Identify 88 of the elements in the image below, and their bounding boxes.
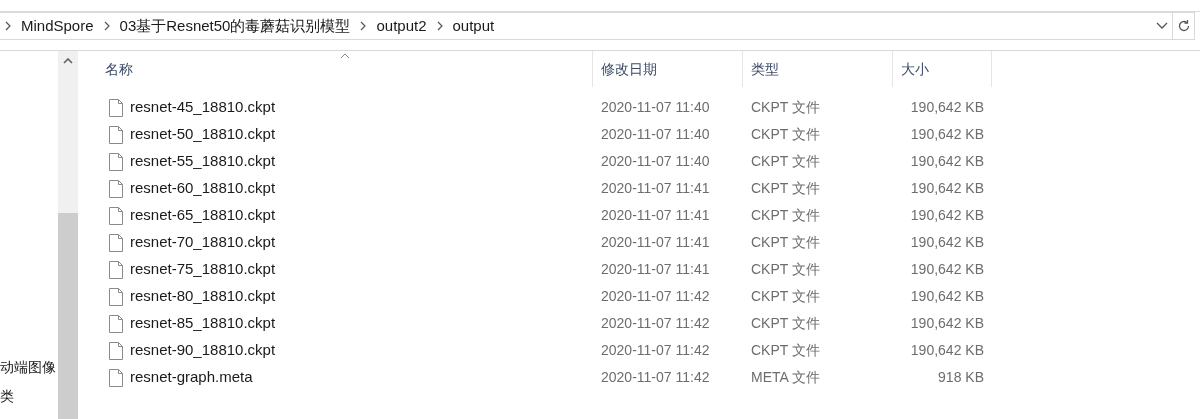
table-cell-text: 190,642 KB <box>909 152 984 171</box>
table-cell-text: 190,642 KB <box>909 341 984 360</box>
scrollbar[interactable] <box>58 51 78 419</box>
file-row[interactable]: resnet-90_18810.ckpt 2020-11-07 11:42 CKPT 文件 190,642 KB <box>97 337 1200 364</box>
file-name: resnet-90_18810.ckpt <box>130 340 276 361</box>
table-cell-text: CKPT 文件 <box>750 287 821 306</box>
file-icon <box>109 341 123 360</box>
table-cell-text: 2020-11-07 11:41 <box>600 233 711 252</box>
scrollbar-thumb[interactable] <box>58 213 78 419</box>
file-row[interactable]: resnet-45_18810.ckpt 2020-11-07 11:40 CKPT 文件 190,642 KB <box>97 94 1200 121</box>
file-row[interactable]: resnet-70_18810.ckpt 2020-11-07 11:41 CKPT 文件 190,642 KB <box>97 229 1200 256</box>
column-header[interactable]: 名称 <box>97 51 592 87</box>
table-cell-text: 2020-11-07 11:40 <box>600 98 711 117</box>
file-row[interactable]: resnet-65_18810.ckpt 2020-11-07 11:41 CKPT 文件 190,642 KB <box>97 202 1200 229</box>
file-name: resnet-45_18810.ckpt <box>130 97 276 118</box>
breadcrumb-item[interactable]: 03基于Resnet50的毒蘑菇识别模型 <box>119 14 351 38</box>
table-cell-text: 190,642 KB <box>909 179 984 198</box>
table-cell-text: 918 KB <box>937 368 984 387</box>
chevron-right-icon <box>5 21 11 31</box>
file-icon <box>109 368 123 387</box>
file-icon <box>109 287 123 306</box>
chevron-right-icon <box>360 21 367 31</box>
file-name: resnet-55_18810.ckpt <box>130 151 276 172</box>
chevron-right-icon <box>436 21 443 31</box>
table-cell-text: 2020-11-07 11:42 <box>600 287 711 306</box>
refresh-button[interactable] <box>1173 12 1195 40</box>
breadcrumb-item[interactable]: MindSpore <box>21 14 94 38</box>
table-cell-text: 190,642 KB <box>909 314 984 333</box>
table-cell-text: CKPT 文件 <box>750 179 821 198</box>
table-cell-text: CKPT 文件 <box>750 233 821 252</box>
file-name: resnet-75_18810.ckpt <box>130 259 276 280</box>
file-icon <box>109 206 123 225</box>
file-icon <box>109 98 123 117</box>
refresh-icon <box>1176 19 1191 33</box>
table-cell-text: 2020-11-07 11:42 <box>600 314 711 333</box>
table-cell-text: CKPT 文件 <box>750 98 821 117</box>
table-cell-text: CKPT 文件 <box>750 152 821 171</box>
nav-item[interactable]: 动端图像 <box>0 357 58 376</box>
table-cell-text: CKPT 文件 <box>750 341 821 360</box>
table-cell-text: 2020-11-07 11:41 <box>600 260 711 279</box>
breadcrumb-item[interactable]: output <box>452 14 495 38</box>
dropdown-chevron-icon[interactable] <box>1156 22 1168 30</box>
file-icon <box>109 260 123 279</box>
table-cell-text: 2020-11-07 11:40 <box>600 125 711 144</box>
file-name: resnet-70_18810.ckpt <box>130 232 276 253</box>
file-icon <box>109 125 123 144</box>
file-name: resnet-60_18810.ckpt <box>130 178 276 199</box>
file-name: resnet-50_18810.ckpt <box>130 124 276 145</box>
file-name: resnet-65_18810.ckpt <box>130 205 276 226</box>
file-icon <box>109 233 123 252</box>
file-icon <box>109 179 123 198</box>
table-cell-text: 2020-11-07 11:41 <box>600 179 711 198</box>
file-name: resnet-80_18810.ckpt <box>130 286 276 307</box>
table-cell-text: META 文件 <box>750 368 821 387</box>
file-icon <box>109 152 123 171</box>
table-cell-text: 190,642 KB <box>909 287 984 306</box>
table-cell-text: CKPT 文件 <box>750 314 821 333</box>
file-row[interactable]: resnet-85_18810.ckpt 2020-11-07 11:42 CKPT 文件 190,642 KB <box>97 310 1200 337</box>
table-cell-text: 2020-11-07 11:40 <box>600 152 711 171</box>
table-cell-text: CKPT 文件 <box>750 206 821 225</box>
file-row[interactable]: resnet-50_18810.ckpt 2020-11-07 11:40 CKPT 文件 190,642 KB <box>97 121 1200 148</box>
scroll-up-icon[interactable] <box>63 58 73 64</box>
table-cell-text: 190,642 KB <box>909 98 984 117</box>
column-header[interactable]: 大小 <box>892 51 992 87</box>
file-icon <box>109 314 123 333</box>
nav-item[interactable]: 类 <box>0 386 58 405</box>
table-cell-text: 190,642 KB <box>909 260 984 279</box>
file-row[interactable]: resnet-80_18810.ckpt 2020-11-07 11:42 CKPT 文件 190,642 KB <box>97 283 1200 310</box>
sort-caret-icon[interactable] <box>340 53 350 59</box>
chevron-right-icon <box>103 21 110 31</box>
table-cell-text: 190,642 KB <box>909 206 984 225</box>
table-cell-text: 2020-11-07 11:42 <box>600 341 711 360</box>
table-cell-text: CKPT 文件 <box>750 260 821 279</box>
table-cell-text: 190,642 KB <box>909 233 984 252</box>
file-row[interactable]: resnet-60_18810.ckpt 2020-11-07 11:41 CKPT 文件 190,642 KB <box>97 175 1200 202</box>
file-name: resnet-85_18810.ckpt <box>130 313 276 334</box>
column-header[interactable]: 类型 <box>742 51 892 87</box>
table-cell-text: CKPT 文件 <box>750 125 821 144</box>
file-row[interactable]: resnet-graph.meta 2020-11-07 11:42 META 文件 918 KB <box>97 364 1200 391</box>
file-row[interactable]: resnet-55_18810.ckpt 2020-11-07 11:40 CKPT 文件 190,642 KB <box>97 148 1200 175</box>
table-cell-text: 2020-11-07 11:42 <box>600 368 711 387</box>
table-cell-text: 190,642 KB <box>909 125 984 144</box>
table-cell-text: 2020-11-07 11:41 <box>600 206 711 225</box>
address-bar[interactable]: MindSpore 03基于Resnet50的毒蘑菇识别模型 output2 output <box>0 12 1173 40</box>
column-header[interactable]: 修改日期 <box>592 51 742 87</box>
breadcrumb-item[interactable]: output2 <box>376 14 427 38</box>
file-row[interactable]: resnet-75_18810.ckpt 2020-11-07 11:41 CKPT 文件 190,642 KB <box>97 256 1200 283</box>
file-name: resnet-graph.meta <box>130 367 253 388</box>
